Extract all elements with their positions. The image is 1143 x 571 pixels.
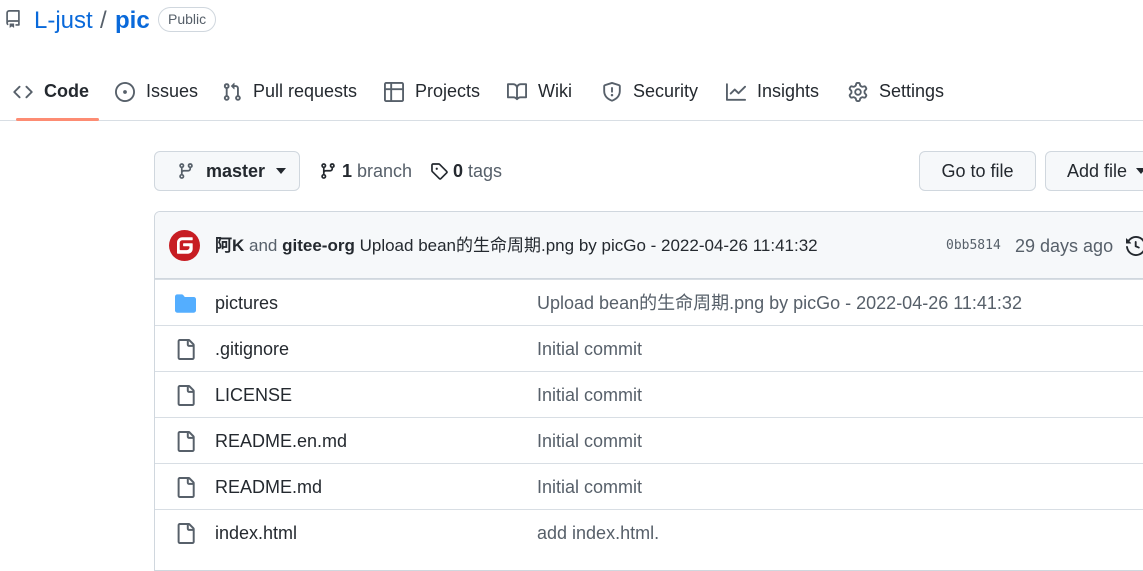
gitee-logo-icon (177, 237, 193, 254)
commit-message-link[interactable]: Upload bean的生命周期.png by picGo - 2022-04-… (360, 236, 818, 255)
file-commit-message-link[interactable]: Initial commit (537, 430, 642, 452)
file-name-link[interactable]: index.html (215, 522, 297, 544)
tag-label: tags (468, 160, 503, 181)
tab-wiki-label: Wiki (538, 81, 572, 101)
branch-label: branch (357, 160, 413, 181)
tab-projects[interactable]: Projects (384, 63, 480, 120)
latest-commit-bar: 阿K and gitee-org Upload bean的生命周期.png by… (155, 212, 1143, 279)
tab-security[interactable]: Security (602, 63, 698, 120)
file-name-link[interactable]: README.md (215, 476, 322, 498)
file-commit-message-link[interactable]: Initial commit (537, 338, 642, 360)
tab-wiki[interactable]: Wiki (507, 63, 572, 120)
repo-header: L-just / pic Public (0, 0, 1143, 44)
file-icon (177, 523, 195, 544)
repo-name-link[interactable]: pic (115, 6, 150, 36)
tab-settings-label: Settings (879, 81, 945, 101)
file-row[interactable]: README.md Initial commit (155, 463, 1143, 509)
tab-pull-requests[interactable]: Pull requests (222, 63, 357, 120)
file-name-link[interactable]: README.en.md (215, 430, 347, 452)
file-icon (177, 385, 195, 406)
file-commit-message-link[interactable]: Initial commit (537, 476, 642, 498)
tab-issues[interactable]: Issues (115, 63, 198, 120)
tab-code-label: Code (44, 81, 89, 101)
tab-pull-requests-label: Pull requests (253, 81, 358, 101)
graph-icon (726, 82, 746, 101)
file-icon (177, 431, 195, 452)
tab-code[interactable]: Code (13, 63, 99, 121)
tag-count: 0 (453, 160, 464, 181)
commit-author-link[interactable]: 阿K (215, 236, 244, 255)
go-to-file-button[interactable]: Go to file (919, 151, 1036, 191)
commit-and-text: and (249, 236, 278, 255)
commit-summary: 阿K and gitee-org Upload bean的生命周期.png by… (215, 234, 818, 258)
tag-icon (431, 163, 448, 180)
visibility-badge: Public (158, 7, 217, 32)
tab-security-label: Security (633, 81, 699, 101)
repo-icon (6, 10, 20, 28)
branches-link[interactable]: 1 branch (319, 158, 412, 184)
file-row[interactable]: .gitignore Initial commit (155, 325, 1143, 371)
tab-issues-label: Issues (146, 81, 199, 101)
file-name-link[interactable]: pictures (215, 292, 278, 314)
file-directory-icon (175, 294, 196, 313)
repo-owner-link[interactable]: L-just (34, 6, 93, 36)
repo-nav: Code Issues Pull requests Projects Wiki … (0, 63, 1143, 121)
file-row[interactable]: pictures Upload bean的生命周期.png by picGo -… (155, 279, 1143, 325)
add-file-button[interactable]: Add file (1045, 151, 1143, 191)
branch-select-button[interactable]: master (154, 151, 300, 191)
history-icon[interactable] (1126, 236, 1143, 256)
commit-coauthor-link[interactable]: gitee-org (282, 236, 355, 255)
code-icon (13, 85, 33, 98)
file-name-link[interactable]: .gitignore (215, 338, 289, 360)
file-commit-message-link[interactable]: Upload bean的生命周期.png by picGo - 2022-04-… (537, 292, 1022, 314)
add-file-label: Add file (1067, 160, 1128, 181)
caret-down-icon (1136, 168, 1143, 174)
git-pull-request-icon (223, 82, 241, 101)
table-icon (384, 81, 404, 102)
tab-projects-label: Projects (415, 81, 481, 101)
shield-icon (603, 81, 621, 102)
file-row[interactable]: LICENSE Initial commit (155, 371, 1143, 417)
gear-icon (848, 81, 868, 102)
tab-insights-label: Insights (757, 81, 820, 101)
file-browser: 阿K and gitee-org Upload bean的生命周期.png by… (154, 211, 1143, 571)
file-commit-message-link[interactable]: Initial commit (537, 384, 642, 406)
file-commit-message-link[interactable]: add index.html. (537, 522, 659, 544)
repo-path-separator: / (100, 7, 107, 34)
file-row[interactable]: README.en.md Initial commit (155, 417, 1143, 463)
branch-name: master (206, 160, 266, 181)
git-branch-icon (179, 163, 193, 179)
caret-down-icon (276, 168, 287, 174)
tab-insights[interactable]: Insights (726, 63, 819, 120)
file-icon (177, 477, 195, 498)
book-icon (507, 82, 527, 100)
tab-settings[interactable]: Settings (848, 63, 944, 120)
file-name-link[interactable]: LICENSE (215, 384, 292, 406)
issue-opened-icon (115, 81, 135, 102)
tags-link[interactable]: 0 tags (430, 158, 502, 184)
commit-age: 29 days ago (1015, 236, 1114, 256)
commit-sha-link[interactable]: 0bb5814 (946, 238, 1001, 253)
branch-count: 1 (342, 160, 353, 181)
avatar[interactable] (169, 230, 200, 261)
file-icon (177, 339, 195, 360)
git-branch-icon (321, 163, 335, 179)
file-row[interactable]: index.html add index.html. (155, 509, 1143, 555)
